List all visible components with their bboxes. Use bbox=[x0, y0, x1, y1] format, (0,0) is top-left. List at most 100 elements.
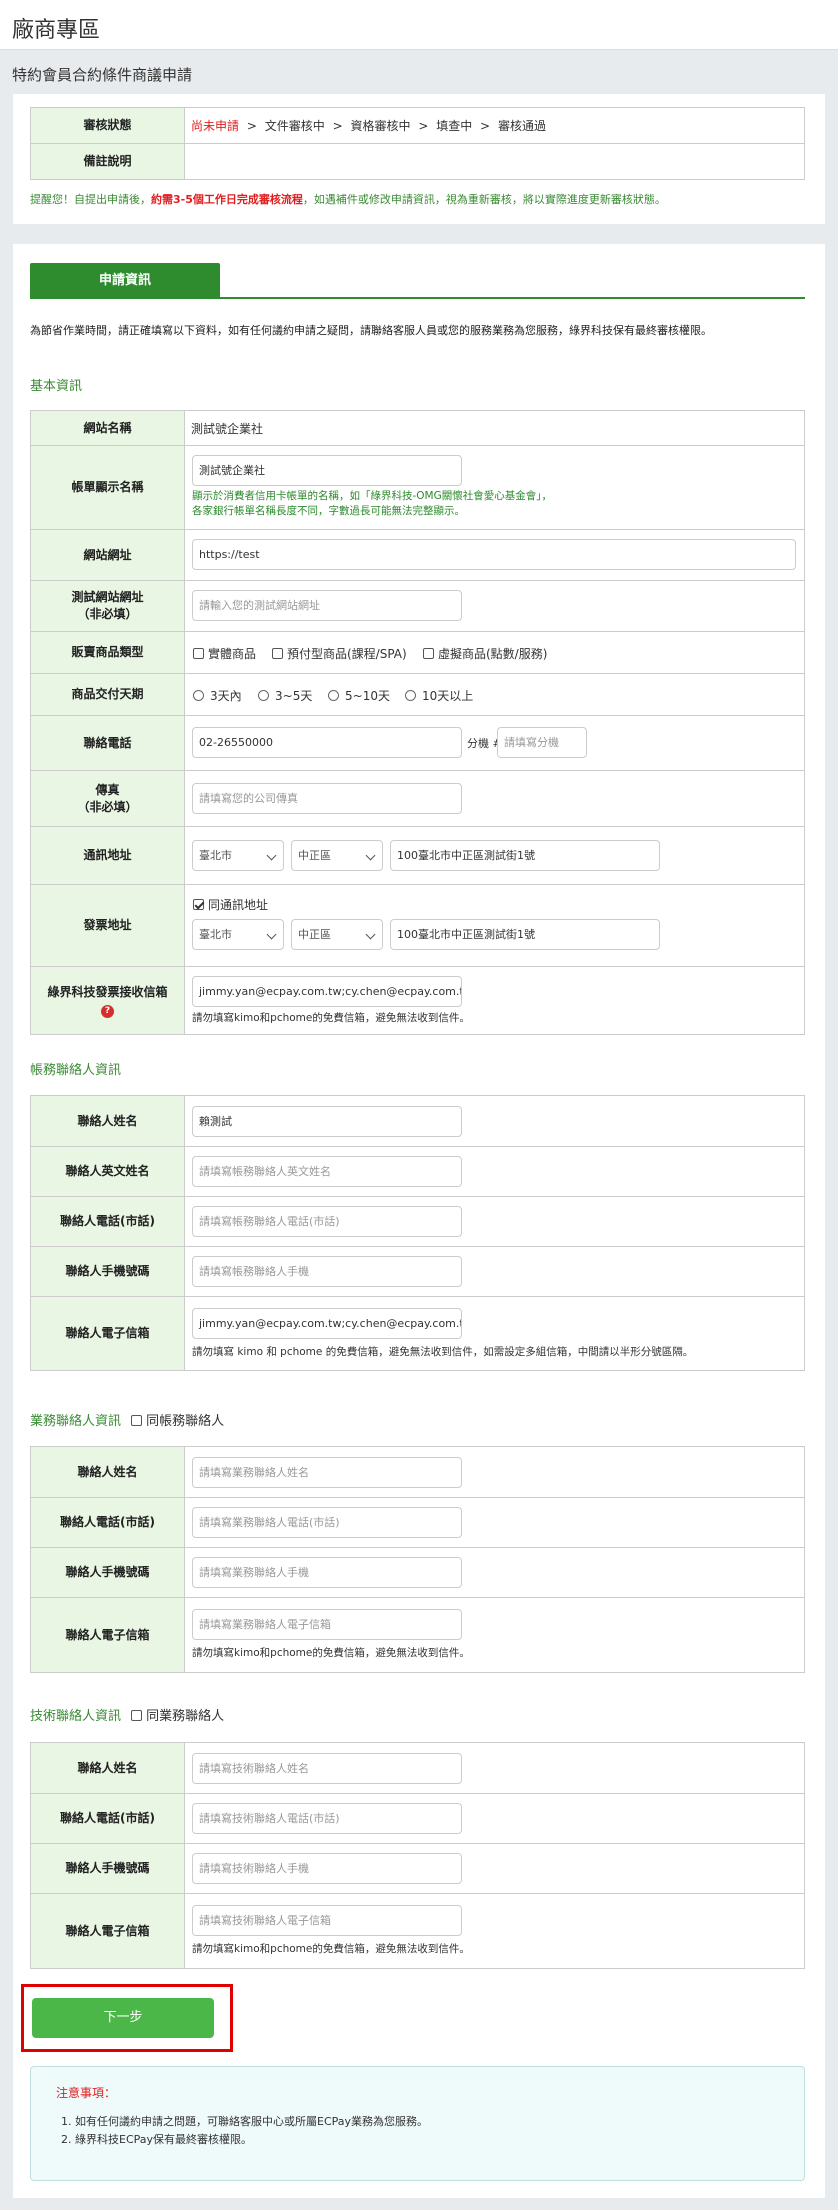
ext-input[interactable]: 請填寫分機 bbox=[497, 727, 587, 758]
display-name-note: 各家銀行帳單名稱長度不同，字數過長可能無法完整顯示。 bbox=[192, 505, 465, 517]
fax-cell: 請填寫您的公司傳真 bbox=[184, 770, 805, 827]
status-card: 審核狀態 尚未申請 > 文件審核中 > 資格審核中 > 填查中 > 審核通過 備… bbox=[13, 94, 825, 224]
invoice-address-label: 發票地址 bbox=[30, 884, 185, 967]
invoice-city-select[interactable]: 臺北市 bbox=[192, 919, 284, 950]
step-separator: > bbox=[480, 119, 491, 133]
display-name-input[interactable]: 測試號企業社 bbox=[192, 455, 462, 486]
option-label: 5~10天 bbox=[345, 689, 390, 703]
invoice-same-checkbox[interactable]: 同通訊地址 bbox=[193, 896, 268, 913]
tab-application-info[interactable]: 申請資訊 bbox=[30, 263, 220, 299]
test-url-input[interactable]: 請輸入您的測試網站網址 bbox=[192, 590, 462, 621]
phone-label: 聯絡電話 bbox=[30, 715, 185, 771]
sales-name-input[interactable]: 請填寫業務聯絡人姓名 bbox=[192, 1457, 462, 1488]
chevron-down-icon bbox=[365, 850, 376, 861]
fax-input[interactable]: 請填寫您的公司傳真 bbox=[192, 783, 462, 814]
billing-mobile-input[interactable]: 請填寫帳務聯絡人手機 bbox=[192, 1256, 462, 1287]
sales-contact-title: 業務聯絡人資訊 bbox=[30, 1414, 122, 1429]
sales-mobile-cell: 請填寫業務聯絡人手機 bbox=[184, 1547, 805, 1598]
site-url-input[interactable]: https://test bbox=[192, 539, 796, 570]
checkbox-checked-icon bbox=[193, 899, 204, 910]
billing-tel-cell: 請填寫帳務聯絡人電話(市話) bbox=[184, 1196, 805, 1247]
step-item: 資格審核中 bbox=[350, 119, 411, 133]
delivery-option[interactable]: 3天內 bbox=[193, 687, 242, 704]
billing-contact-title: 帳務聯絡人資訊 bbox=[30, 1063, 122, 1078]
sales-tel-input[interactable]: 請填寫業務聯絡人電話(市話) bbox=[192, 1507, 462, 1538]
tech-tel-input[interactable]: 請填寫技術聯絡人電話(市話) bbox=[192, 1803, 462, 1834]
sales-email-cell: 請填寫業務聯絡人電子信箱 請勿填寫kimo和pchome的免費信箱，避免無法收到… bbox=[184, 1597, 805, 1673]
option-label: 同通訊地址 bbox=[208, 898, 269, 912]
sales-name-label: 聯絡人姓名 bbox=[30, 1446, 185, 1498]
checkbox-icon bbox=[272, 648, 283, 659]
product-type-option[interactable]: 預付型商品(課程/SPA) bbox=[272, 645, 407, 662]
invoice-district-select[interactable]: 中正區 bbox=[291, 919, 383, 950]
reminder-text: 提醒您！自提出申請後，約需3-5個工作日完成審核流程，如遇補件或修改申請資訊，視… bbox=[30, 191, 666, 207]
tech-contact-table: 聯絡人姓名 請填寫技術聯絡人姓名 聯絡人電話(市話) 請填寫技術聯絡人電話(市話… bbox=[30, 1742, 805, 1969]
tab-bar: 申請資訊 bbox=[30, 263, 805, 299]
tech-mobile-label: 聯絡人手機號碼 bbox=[30, 1843, 185, 1894]
billing-en-name-input[interactable]: 請填寫帳務聯絡人英文姓名 bbox=[192, 1156, 462, 1187]
tech-same-checkbox[interactable]: 同業務聯絡人 bbox=[131, 1709, 224, 1724]
product-type-cell: 實體商品 預付型商品(課程/SPA) 虛擬商品(點數/服務) bbox=[184, 631, 805, 674]
billing-tel-input[interactable]: 請填寫帳務聯絡人電話(市話) bbox=[192, 1206, 462, 1237]
sales-contact-table: 聯絡人姓名 請填寫業務聯絡人姓名 聯絡人電話(市話) 請填寫業務聯絡人電話(市話… bbox=[30, 1446, 805, 1673]
tech-name-cell: 請填寫技術聯絡人姓名 bbox=[184, 1742, 805, 1794]
option-label: 同帳務聯絡人 bbox=[146, 1414, 225, 1429]
option-label: 預付型商品(課程/SPA) bbox=[287, 647, 407, 661]
product-type-option[interactable]: 虛擬商品(點數/服務) bbox=[423, 645, 547, 662]
step-separator: > bbox=[246, 119, 257, 133]
delivery-cell: 3天內 3~5天 5~10天 10天以上 bbox=[184, 673, 805, 716]
tech-tel-label: 聯絡人電話(市話) bbox=[30, 1793, 185, 1844]
sales-same-checkbox[interactable]: 同帳務聯絡人 bbox=[131, 1414, 224, 1429]
district-select[interactable]: 中正區 bbox=[291, 840, 383, 871]
invoice-email-label-text: 綠界科技發票接收信箱 bbox=[47, 984, 168, 999]
step-separator: > bbox=[418, 119, 429, 133]
billing-mobile-label: 聯絡人手機號碼 bbox=[30, 1246, 185, 1297]
sales-mobile-input[interactable]: 請填寫業務聯絡人手機 bbox=[192, 1557, 462, 1588]
next-button[interactable]: 下一步 bbox=[32, 1998, 214, 2038]
tech-email-input[interactable]: 請填寫技術聯絡人電子信箱 bbox=[192, 1905, 462, 1936]
invoice-email-cell: jimmy.yan@ecpay.com.tw;cy.chen@ecpay.com… bbox=[184, 966, 805, 1035]
tech-email-cell: 請填寫技術聯絡人電子信箱 請勿填寫kimo和pchome的免費信箱，避免無法收到… bbox=[184, 1893, 805, 1969]
site-url-cell: https://test bbox=[184, 529, 805, 581]
radio-icon bbox=[258, 690, 269, 701]
address-input[interactable]: 100臺北市中正區測試街1號 bbox=[390, 840, 660, 871]
tech-mobile-cell: 請填寫技術聯絡人手機 bbox=[184, 1843, 805, 1894]
step-item: 審核通過 bbox=[497, 119, 546, 133]
billing-name-input[interactable]: 賴測試 bbox=[192, 1106, 462, 1137]
delivery-option[interactable]: 5~10天 bbox=[328, 687, 390, 704]
delivery-option[interactable]: 3~5天 bbox=[258, 687, 312, 704]
reminder-suffix: ，如遇補件或修改申請資訊，視為重新審核，將以實際進度更新審核狀態。 bbox=[302, 193, 666, 206]
city-select[interactable]: 臺北市 bbox=[192, 840, 284, 871]
phone-input[interactable]: 02-26550000 bbox=[192, 727, 462, 758]
sub-header: 特約會員合約條件商議申請 bbox=[0, 52, 838, 94]
billing-email-label: 聯絡人電子信箱 bbox=[30, 1296, 185, 1371]
billing-email-note: 請勿填寫 kimo 和 pchome 的免費信箱，避免無法收到信件，如需設定多組… bbox=[192, 1346, 694, 1358]
radio-icon bbox=[405, 690, 416, 701]
help-icon[interactable]: ? bbox=[101, 1004, 114, 1018]
option-label: 3~5天 bbox=[275, 689, 313, 703]
notice-item: 1. 如有任何議約申請之問題，可聯絡客服中心或所屬ECPay業務為您服務。 bbox=[61, 2115, 429, 2128]
site-url-label: 網站網址 bbox=[30, 529, 185, 581]
invoice-address-input[interactable]: 100臺北市中正區測試街1號 bbox=[390, 919, 660, 950]
test-url-label: 測試網站網址 （非必填） bbox=[30, 580, 185, 632]
option-label: 實體商品 bbox=[208, 647, 257, 661]
billing-en-name-label: 聯絡人英文姓名 bbox=[30, 1146, 185, 1197]
sales-contact-title-row: 業務聯絡人資訊 同帳務聯絡人 bbox=[30, 1410, 224, 1429]
billing-email-input[interactable]: jimmy.yan@ecpay.com.tw;cy.chen@ecpay.com… bbox=[192, 1308, 462, 1339]
test-url-cell: 請輸入您的測試網站網址 bbox=[184, 580, 805, 632]
status-steps: 尚未申請 > 文件審核中 > 資格審核中 > 填查中 > 審核通過 bbox=[184, 107, 805, 144]
basic-info-table: 網站名稱 測試號企業社 帳單顯示名稱 測試號企業社 顯示於消費者信用卡帳單的名稱… bbox=[30, 410, 805, 1035]
product-type-option[interactable]: 實體商品 bbox=[193, 645, 256, 662]
invoice-email-input[interactable]: jimmy.yan@ecpay.com.tw;cy.chen@ecpay.com… bbox=[192, 976, 462, 1007]
chevron-down-icon bbox=[266, 929, 277, 940]
billing-tel-label: 聯絡人電話(市話) bbox=[30, 1196, 185, 1247]
remark-value bbox=[184, 143, 805, 180]
checkbox-icon bbox=[131, 1415, 143, 1426]
tech-mobile-input[interactable]: 請填寫技術聯絡人手機 bbox=[192, 1853, 462, 1884]
billing-en-name-cell: 請填寫帳務聯絡人英文姓名 bbox=[184, 1146, 805, 1197]
status-table: 審核狀態 尚未申請 > 文件審核中 > 資格審核中 > 填查中 > 審核通過 備… bbox=[30, 107, 805, 180]
tech-name-input[interactable]: 請填寫技術聯絡人姓名 bbox=[192, 1753, 462, 1784]
delivery-option[interactable]: 10天以上 bbox=[405, 687, 473, 704]
sales-email-input[interactable]: 請填寫業務聯絡人電子信箱 bbox=[192, 1609, 462, 1640]
invoice-email-label: 綠界科技發票接收信箱? bbox=[30, 966, 185, 1035]
